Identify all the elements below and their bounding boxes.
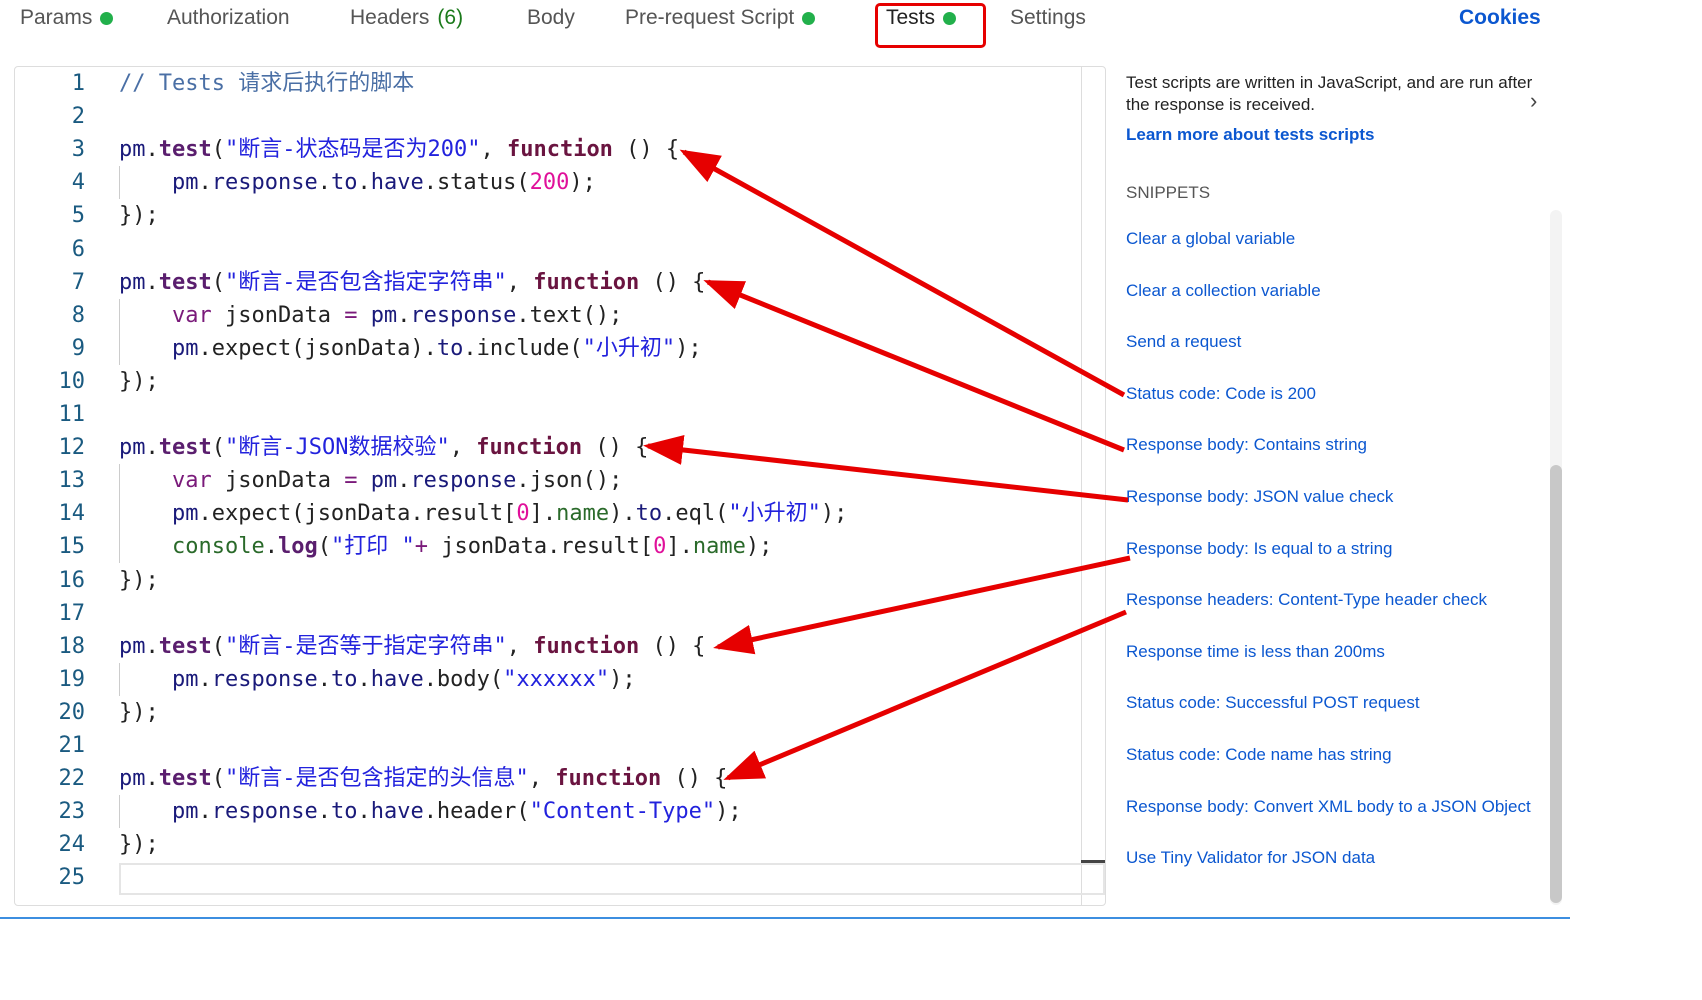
- arrow-3: [643, 435, 1129, 503]
- annotation-arrows: [643, 149, 1131, 781]
- arrow-5: [723, 609, 1127, 781]
- arrow-2: [703, 279, 1125, 453]
